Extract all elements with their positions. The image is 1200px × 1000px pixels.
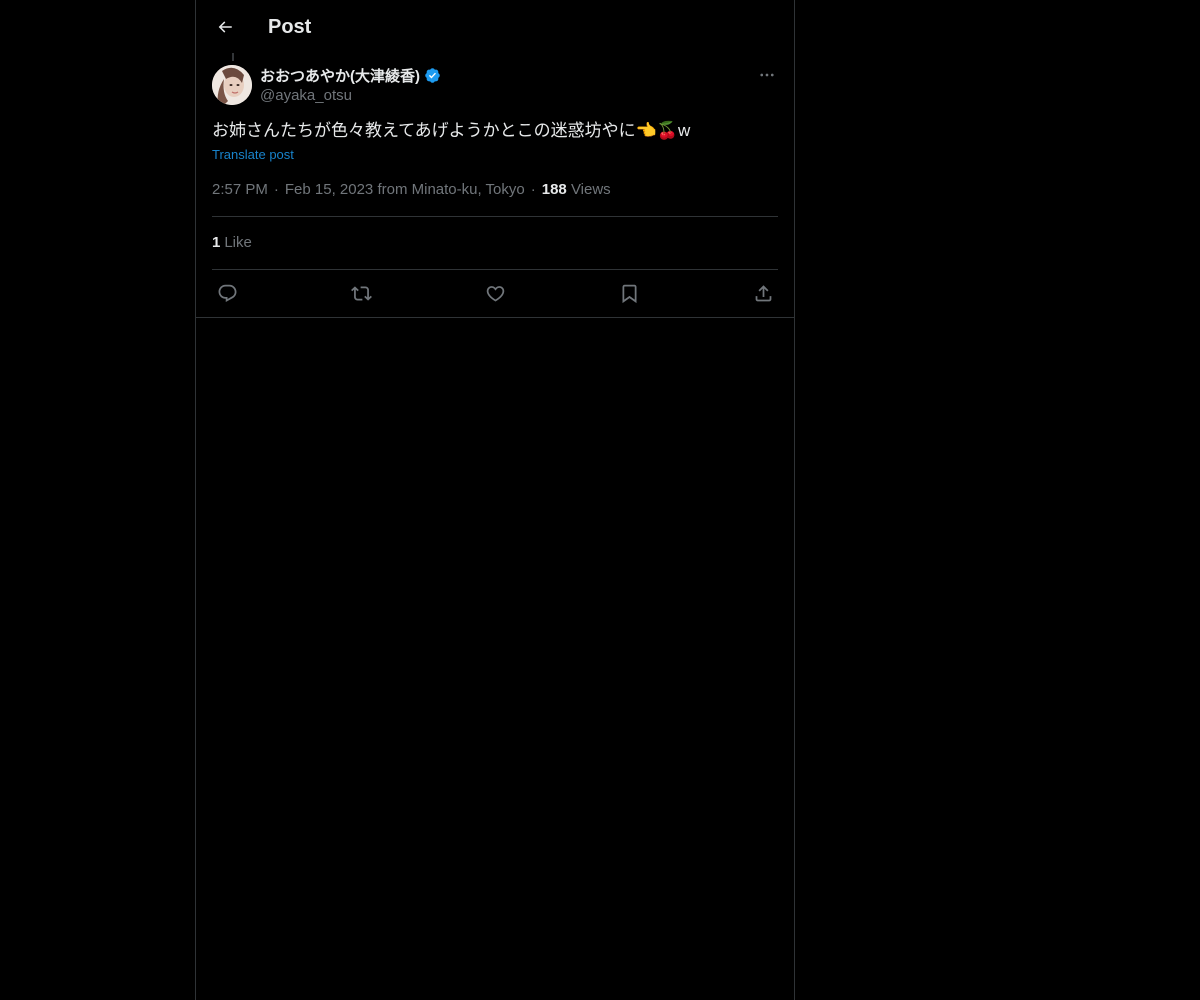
meta-separator: · xyxy=(530,181,536,198)
post-bottom-border xyxy=(196,317,794,318)
likes-summary[interactable]: 1 Like xyxy=(212,233,252,253)
repost-icon xyxy=(350,283,372,304)
post-text: お姉さんたちが色々教えてあげようかとこの迷惑坊やに👈🍒w xyxy=(212,118,690,144)
top-header: Post xyxy=(196,0,794,53)
like-button[interactable] xyxy=(480,278,510,308)
divider xyxy=(212,216,778,217)
bookmark-button[interactable] xyxy=(614,278,644,308)
author-handle[interactable]: @ayaka_otsu xyxy=(260,86,441,106)
back-button[interactable] xyxy=(208,10,242,44)
avatar[interactable] xyxy=(212,65,252,105)
reply-icon xyxy=(217,283,238,304)
author-name[interactable]: おおつあやか(大津綾香) xyxy=(260,65,420,86)
likes-count: 1 xyxy=(212,234,221,251)
more-horizontal-icon xyxy=(758,66,776,84)
divider xyxy=(212,269,778,270)
page-title: Post xyxy=(268,16,312,38)
views-label: Views xyxy=(570,181,611,198)
verified-badge-icon[interactable] xyxy=(424,67,441,84)
post-text-emoji: 👈🍒 xyxy=(635,121,678,140)
share-button[interactable] xyxy=(748,278,778,308)
arrow-left-icon xyxy=(216,18,234,36)
share-icon xyxy=(753,283,774,304)
translate-post-link[interactable]: Translate post xyxy=(212,145,294,165)
post-action-bar xyxy=(212,278,778,308)
repost-button[interactable] xyxy=(346,278,376,308)
post-text-tail: w xyxy=(677,121,691,140)
post-text-main: お姉さんたちが色々教えてあげようかとこの迷惑坊やに xyxy=(212,121,636,140)
likes-label: Like xyxy=(224,234,252,251)
thread-connector-line xyxy=(232,53,234,61)
more-options-button[interactable] xyxy=(754,62,780,88)
reply-button[interactable] xyxy=(212,278,242,308)
post-metadata: 2:57 PM · Feb 15, 2023 from Minato-ku, Tok… xyxy=(212,180,611,200)
post-author: おおつあやか(大津綾香) @ayaka_otsu xyxy=(260,64,441,106)
post-time[interactable]: 2:57 PM xyxy=(212,181,268,198)
post-location[interactable]: from Minato-ku, Tokyo xyxy=(377,181,524,198)
post-detail-column: Post おおつあやか(大津綾香) @ayaka_otsu お姉さんたちが色々教… xyxy=(195,0,795,1000)
heart-icon xyxy=(485,283,506,304)
views-count: 188 xyxy=(541,181,567,198)
bookmark-icon xyxy=(619,283,640,304)
meta-separator: · xyxy=(273,181,279,198)
post-date[interactable]: Feb 15, 2023 xyxy=(285,181,373,198)
